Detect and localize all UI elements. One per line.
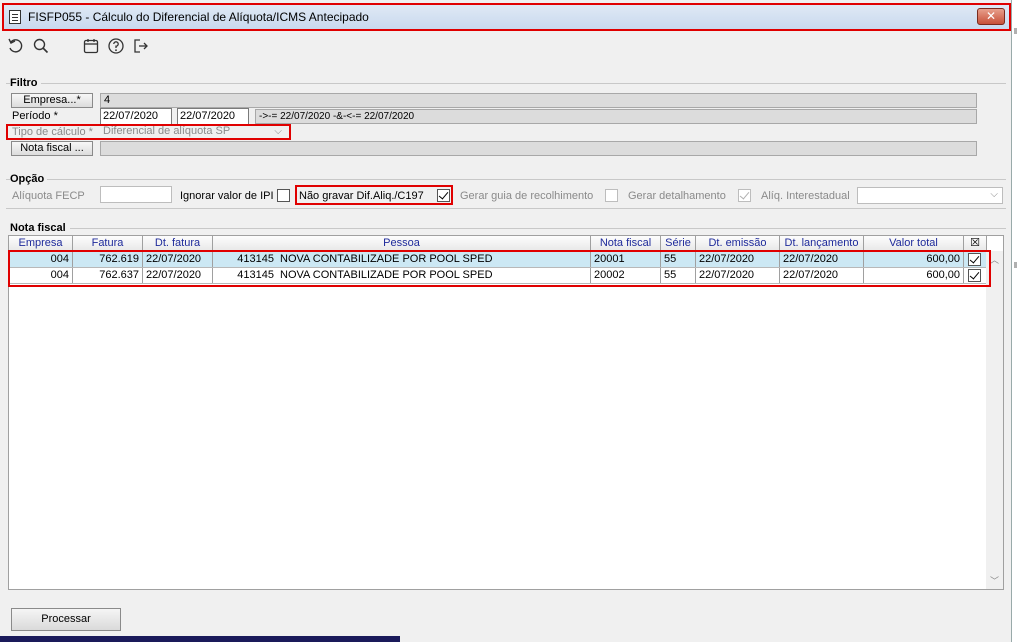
exit-icon[interactable] [132, 37, 150, 55]
empresa-value: 4 [100, 93, 977, 108]
aliquota-fecp-label: Alíquota FECP [12, 190, 85, 202]
nota-fiscal-value [100, 141, 977, 156]
col-pessoa[interactable]: Pessoa [213, 236, 591, 251]
select-all-checkbox-icon[interactable]: ☒ [964, 236, 987, 251]
col-serie[interactable]: Série [661, 236, 696, 251]
highlight-nao-gravar [295, 185, 453, 205]
aliq-interestadual-label: Alíq. Interestadual [761, 190, 850, 202]
toolbar [0, 34, 1012, 60]
nota-fiscal-group-line [70, 228, 1006, 229]
calendar-icon[interactable] [82, 37, 100, 55]
col-nota-fiscal[interactable]: Nota fiscal [591, 236, 661, 251]
col-fatura[interactable]: Fatura [73, 236, 143, 251]
gerar-guia-checkbox[interactable] [605, 189, 618, 202]
aliquota-fecp-input[interactable] [100, 186, 172, 203]
col-dt-fatura[interactable]: Dt. fatura [143, 236, 213, 251]
periodo-expression: ->-= 22/07/2020 -&-<-= 22/07/2020 [255, 109, 977, 124]
col-dt-lancamento[interactable]: Dt. lançamento [780, 236, 864, 251]
processar-button[interactable]: Processar [11, 608, 121, 631]
close-button[interactable]: ✕ [977, 8, 1005, 25]
empresa-button[interactable]: Empresa...* [11, 93, 93, 108]
vertical-scrollbar[interactable]: ︿ ﹀ [986, 251, 1003, 589]
col-empresa[interactable]: Empresa [9, 236, 73, 251]
periodo-from-input[interactable]: 22/07/2020 [100, 108, 172, 125]
gerar-detalhamento-checkbox[interactable] [738, 189, 751, 202]
background-mark [1014, 28, 1017, 34]
opcao-group-label: Opção [10, 173, 48, 185]
periodo-to-input[interactable]: 22/07/2020 [177, 108, 249, 125]
aliq-interestadual-select[interactable]: ⌵ [857, 187, 1003, 204]
background-strip [1012, 0, 1018, 642]
ignorar-ipi-label: Ignorar valor de IPI [180, 190, 274, 202]
highlight-tipo-calculo [6, 124, 291, 140]
chevron-down-icon: ⌵ [990, 189, 998, 200]
taskbar-strip [0, 636, 400, 642]
title-bar: FISFP055 - Cálculo do Diferencial de Alí… [2, 3, 1011, 31]
document-icon [9, 10, 21, 24]
help-icon[interactable] [107, 37, 125, 55]
col-dt-emissao[interactable]: Dt. emissão [696, 236, 780, 251]
highlight-grid-rows [8, 250, 991, 287]
search-icon[interactable] [32, 37, 50, 55]
col-valor-total[interactable]: Valor total [864, 236, 964, 251]
scroll-down-icon[interactable]: ﹀ [990, 574, 999, 587]
periodo-label: Período * [12, 110, 58, 122]
grid-header: Empresa Fatura Dt. fatura Pessoa Nota fi… [9, 236, 987, 251]
background-mark [1014, 262, 1017, 268]
gerar-guia-label: Gerar guia de recolhimento [460, 190, 594, 202]
filtro-group-label: Filtro [10, 77, 41, 89]
nota-fiscal-button[interactable]: Nota fiscal ... [11, 141, 93, 156]
main-window: FISFP055 - Cálculo do Diferencial de Alí… [0, 0, 1012, 642]
nota-fiscal-grid: Empresa Fatura Dt. fatura Pessoa Nota fi… [8, 235, 1004, 590]
undo-icon[interactable] [7, 37, 25, 55]
gerar-detalhamento-label: Gerar detalhamento [628, 190, 726, 202]
window-title: FISFP055 - Cálculo do Diferencial de Alí… [28, 10, 369, 24]
scroll-up-icon[interactable]: ︿ [990, 253, 999, 266]
nota-fiscal-group-label: Nota fiscal [10, 222, 69, 234]
ignorar-ipi-checkbox[interactable] [277, 189, 290, 202]
